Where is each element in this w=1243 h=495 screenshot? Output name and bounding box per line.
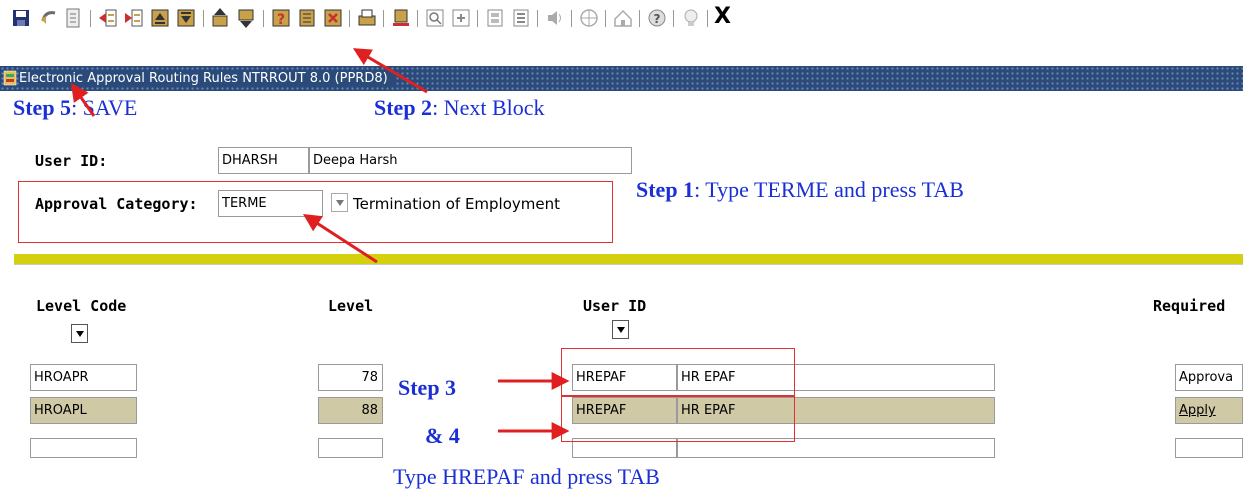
- export-icon[interactable]: [390, 7, 412, 29]
- step4-label: & 4: [425, 423, 460, 448]
- window-title: Electronic Approval Routing Rules NTRROU…: [19, 71, 394, 86]
- rollback-icon[interactable]: [38, 7, 60, 29]
- required-header: Required: [1153, 297, 1226, 315]
- level-cell[interactable]: 78: [318, 364, 383, 391]
- next-record-icon[interactable]: [175, 7, 197, 29]
- toolbar-separator: [263, 10, 264, 27]
- toolbar-separator: [203, 10, 204, 27]
- insert-record-icon[interactable]: [97, 7, 119, 29]
- previous-record-icon[interactable]: [149, 7, 171, 29]
- previous-block-icon[interactable]: [210, 7, 232, 29]
- step1-text: : Type TERME and press TAB: [694, 177, 964, 202]
- user-id-highlight-box-1: [561, 348, 795, 396]
- navigator-icon[interactable]: [578, 7, 600, 29]
- toolbar-separator: [477, 10, 478, 27]
- audio-icon[interactable]: [544, 7, 566, 29]
- exit-button[interactable]: X: [714, 4, 731, 29]
- step3-label: Step 3: [398, 375, 457, 400]
- approval-category-description: Termination of Employment: [353, 195, 561, 213]
- user-id-header: User ID: [583, 297, 647, 315]
- list-icon[interactable]: [510, 7, 532, 29]
- toolbar-separator: [605, 10, 606, 27]
- toolbar-separator: [349, 10, 350, 27]
- level-code-cell[interactable]: HROAPR: [30, 364, 137, 391]
- step2-label: Step 2: [374, 95, 433, 120]
- search-icon[interactable]: [424, 7, 446, 29]
- level-cell[interactable]: 88: [318, 397, 383, 424]
- step5-label: Step 5: [13, 95, 72, 120]
- instruction-text: Type HREPAF and press TAB: [393, 464, 660, 489]
- form-icon[interactable]: [484, 7, 506, 29]
- window-title-bar: Electronic Approval Routing Rules NTRROU…: [0, 66, 1243, 91]
- required-cell[interactable]: Apply: [1175, 397, 1243, 424]
- user-id-highlight-box-2: [561, 396, 795, 442]
- level-code-dropdown-icon[interactable]: [71, 324, 88, 343]
- step2-annotation: Step 2: Next Block: [374, 95, 545, 121]
- toolbar-separator: [639, 10, 640, 27]
- save-icon[interactable]: [10, 7, 32, 29]
- next-block-icon[interactable]: [236, 7, 258, 29]
- execute-query-icon[interactable]: [296, 7, 318, 29]
- toolbar-separator: [707, 10, 708, 27]
- step2-text: : Next Block: [432, 95, 545, 120]
- required-cell[interactable]: [1175, 438, 1243, 458]
- svg-text:?: ?: [277, 12, 285, 28]
- user-name-field: Deepa Harsh: [309, 147, 632, 174]
- user-id-field[interactable]: DHARSH: [218, 147, 309, 174]
- level-cell[interactable]: [318, 438, 383, 458]
- step1-label: Step 1: [636, 177, 695, 202]
- online-help-icon[interactable]: [612, 7, 634, 29]
- remove-record-icon[interactable]: [123, 7, 145, 29]
- divider-line: [14, 264, 1243, 265]
- level-header: Level: [328, 297, 374, 315]
- cancel-query-icon[interactable]: [322, 7, 344, 29]
- toolbar-separator: [417, 10, 418, 27]
- toolbar-separator: [571, 10, 572, 27]
- level-code-cell[interactable]: [30, 438, 137, 458]
- user-id-label: User ID:: [35, 152, 108, 170]
- step4-annotation: & 4: [425, 423, 460, 449]
- toolbar-separator: [383, 10, 384, 27]
- level-code-header: Level Code: [36, 297, 127, 315]
- step5-annotation: Step 5: SAVE: [13, 95, 137, 121]
- approval-category-field[interactable]: TERME: [218, 190, 323, 217]
- category-dropdown-icon[interactable]: [331, 193, 348, 212]
- step5-text: : SAVE: [71, 95, 138, 120]
- print-icon[interactable]: [356, 7, 378, 29]
- toolbar-separator: [537, 10, 538, 27]
- select-icon[interactable]: [62, 7, 84, 29]
- query-icon[interactable]: ?: [270, 7, 292, 29]
- block-separator: [14, 254, 1243, 264]
- step1-annotation: Step 1: Type TERME and press TAB: [636, 177, 964, 203]
- step3-annotation: Step 3: [398, 375, 456, 401]
- idea-icon[interactable]: [680, 7, 702, 29]
- options-icon[interactable]: [450, 7, 472, 29]
- toolbar-separator: [673, 10, 674, 27]
- form-window-icon: [3, 70, 17, 86]
- level-code-cell[interactable]: HROAPL: [30, 397, 137, 424]
- user-id-dropdown-icon[interactable]: [612, 320, 629, 339]
- toolbar-separator: [90, 10, 91, 27]
- approval-category-label: Approval Category:: [35, 195, 198, 213]
- toolbar: ? ? X: [0, 0, 1243, 37]
- svg-text:?: ?: [654, 12, 661, 26]
- required-cell[interactable]: Approva: [1175, 364, 1243, 391]
- help-icon[interactable]: ?: [646, 7, 668, 29]
